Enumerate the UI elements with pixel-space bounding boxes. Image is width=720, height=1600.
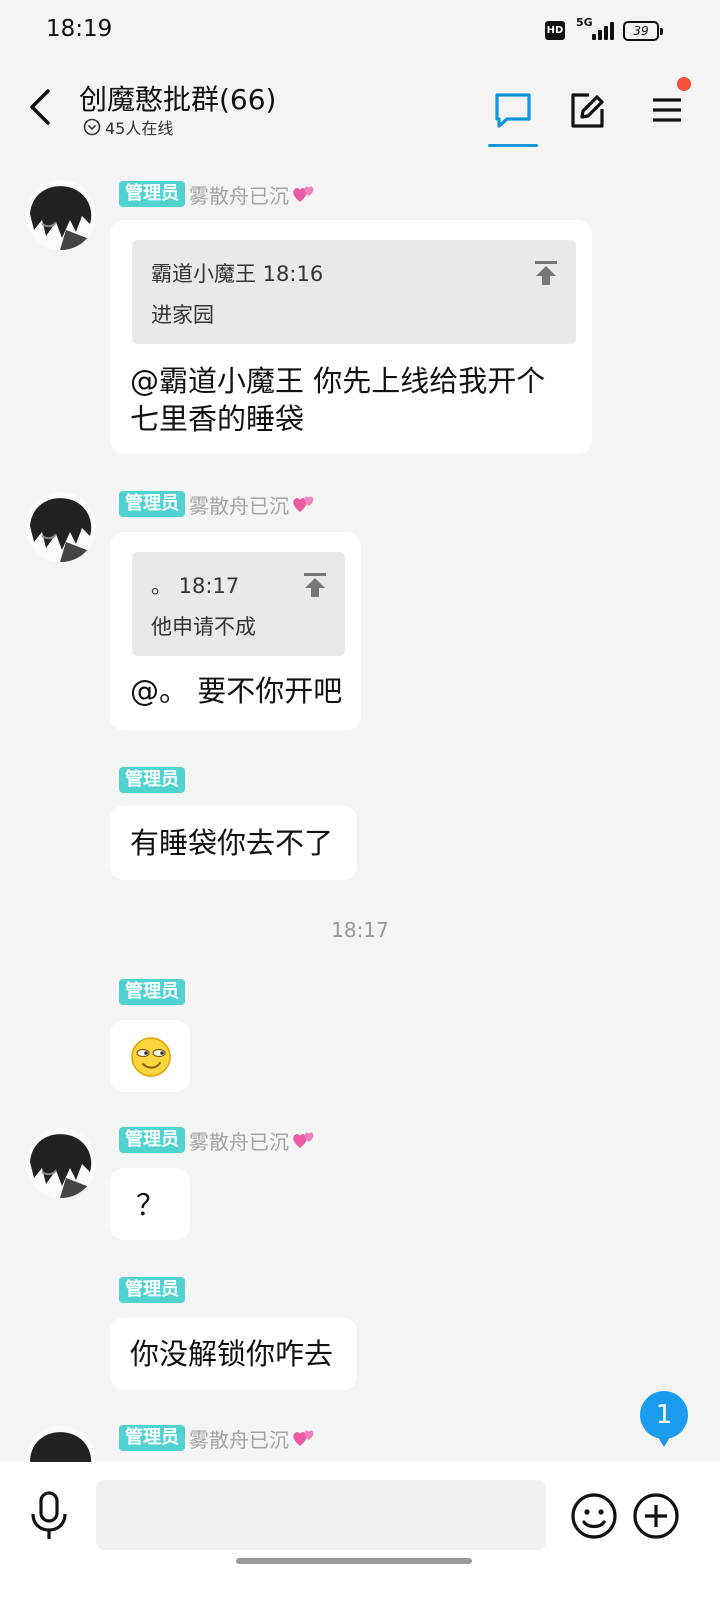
message-text: 有睡袋你去不了: [130, 826, 334, 860]
message-text: ？: [136, 1188, 166, 1222]
nickname-text: 雾散舟已沉: [189, 1427, 289, 1452]
avatar[interactable]: [26, 1426, 96, 1462]
back-button[interactable]: [22, 85, 62, 129]
chat-bubble-icon: [495, 93, 531, 128]
quote-body: 他申请不成: [151, 615, 256, 639]
chat-message: 管理员 雾散舟已沉 。 18:17 他申请不成 @。 要不你开吧: [0, 490, 720, 730]
two-hearts-icon: [293, 496, 314, 512]
plus-button[interactable]: [632, 1492, 680, 1540]
role-badge: 管理员: [119, 1127, 185, 1153]
role-badge: 管理员: [119, 979, 185, 1005]
hd-icon: HD: [545, 21, 565, 40]
avatar-image: [26, 492, 96, 562]
avatar-image: [26, 180, 96, 250]
menu-button[interactable]: [642, 85, 692, 135]
two-hearts-icon: [293, 186, 314, 202]
tab-chat[interactable]: [488, 85, 538, 135]
chat-header: 创魔憨批群(66) 45人在线: [0, 60, 720, 160]
sender-row: 管理员 雾散舟已沉: [119, 1126, 317, 1154]
chat-message: 管理员 雾散舟已沉 ？: [0, 1126, 720, 1246]
nickname-text: 雾散舟已沉: [189, 493, 289, 518]
chat-area[interactable]: 管理员 雾散舟已沉 霸道小魔王 18:16 进家园 @霸道小魔王 你先上线给我开…: [0, 160, 720, 1462]
chat-message: 管理员: [0, 978, 720, 1094]
message-bubble[interactable]: 。 18:17 他申请不成 @。 要不你开吧: [110, 532, 361, 730]
sender-row: 管理员: [119, 978, 185, 1006]
message-bubble[interactable]: 你没解锁你咋去: [110, 1318, 357, 1390]
sender-nickname[interactable]: 雾散舟已沉: [189, 180, 317, 209]
chat-message: 管理员 有睡袋你去不了: [0, 766, 720, 882]
chat-message: 管理员 你没解锁你咋去: [0, 1276, 720, 1392]
smirk-emoji-icon: [131, 1037, 171, 1077]
quote-header: 霸道小魔王 18:16: [151, 262, 324, 286]
time-separator: 18:17: [331, 918, 389, 942]
message-bubble[interactable]: 霸道小魔王 18:16 进家园 @霸道小魔王 你先上线给我开个 七里香的睡袋: [110, 220, 592, 454]
online-label: 45人在线: [105, 119, 174, 138]
message-line: @霸道小魔王 你先上线给我开个: [130, 364, 546, 398]
avatar-image: [26, 1426, 96, 1462]
microphone-icon: [31, 1491, 67, 1539]
notification-dot: [677, 77, 691, 91]
role-badge: 管理员: [119, 1425, 185, 1451]
quoted-message[interactable]: 。 18:17 他申请不成: [132, 552, 345, 656]
sender-nickname[interactable]: 雾散舟已沉: [189, 1126, 317, 1155]
quoted-message[interactable]: 霸道小魔王 18:16 进家园: [132, 240, 576, 344]
plus-icon: [633, 1493, 679, 1539]
chevron-down-circle-icon: [83, 118, 101, 136]
sender-row: 管理员 雾散舟已沉: [119, 490, 317, 518]
message-text: @霸道小魔王 你先上线给我开个 七里香的睡袋: [130, 362, 545, 438]
active-tab-indicator: [488, 144, 538, 147]
chat-message: 管理员 雾散舟已沉 霸道小魔王 18:16 进家园 @霸道小魔王 你先上线给我开…: [0, 178, 720, 458]
emoji-button[interactable]: [570, 1492, 618, 1540]
status-time: 18:19: [46, 16, 113, 42]
scroll-to-top-icon[interactable]: [534, 260, 558, 286]
sender-row: 管理员: [119, 1276, 185, 1304]
back-arrow-icon: [30, 89, 50, 125]
role-badge: 管理员: [119, 1277, 185, 1303]
scroll-to-top-icon[interactable]: [303, 572, 327, 598]
message-text: @。 要不你开吧: [130, 674, 343, 708]
emoji-icon: [571, 1493, 617, 1539]
network-type: 5G: [576, 16, 593, 29]
role-badge: 管理员: [119, 767, 185, 793]
sender-row: 管理员 雾散舟已沉: [119, 1424, 317, 1452]
quote-header: 。 18:17: [151, 574, 240, 598]
avatar[interactable]: [26, 492, 96, 562]
nickname-text: 雾散舟已沉: [189, 1129, 289, 1154]
avatar[interactable]: [26, 180, 96, 250]
edit-icon: [571, 93, 604, 128]
sender-nickname[interactable]: 雾散舟已沉: [189, 1424, 317, 1453]
two-hearts-icon: [293, 1430, 314, 1446]
menu-icon: [653, 98, 681, 122]
avatar-image: [26, 1128, 96, 1198]
sender-nickname[interactable]: 雾散舟已沉: [189, 490, 317, 519]
unread-count-badge[interactable]: 1: [640, 1391, 688, 1447]
home-indicator[interactable]: [236, 1558, 472, 1564]
quote-body: 进家园: [151, 303, 214, 327]
nickname-text: 雾散舟已沉: [189, 183, 289, 208]
message-input[interactable]: [96, 1480, 546, 1550]
message-bubble[interactable]: [110, 1020, 190, 1092]
online-count[interactable]: 45人在线: [83, 115, 173, 139]
message-bubble[interactable]: ？: [110, 1168, 190, 1240]
battery-icon: 39: [623, 21, 663, 41]
edit-button[interactable]: [562, 85, 612, 135]
message-bubble[interactable]: 有睡袋你去不了: [110, 806, 357, 880]
message-line: 七里香的睡袋: [130, 402, 305, 436]
group-title[interactable]: 创魔憨批群(66): [79, 78, 276, 118]
role-badge: 管理员: [119, 491, 185, 517]
avatar[interactable]: [26, 1128, 96, 1198]
status-bar: 18:19 HD 5G 39: [0, 0, 720, 60]
message-text: 你没解锁你咋去: [130, 1337, 334, 1371]
role-badge: 管理员: [119, 181, 185, 207]
input-bar: [0, 1462, 720, 1600]
voice-button[interactable]: [26, 1490, 72, 1542]
two-hearts-icon: [293, 1132, 314, 1148]
signal-icon: [592, 22, 614, 40]
sender-row: 管理员: [119, 766, 185, 794]
sender-row: 管理员 雾散舟已沉: [119, 180, 317, 208]
chat-message: 管理员 雾散舟已沉: [0, 1424, 720, 1462]
